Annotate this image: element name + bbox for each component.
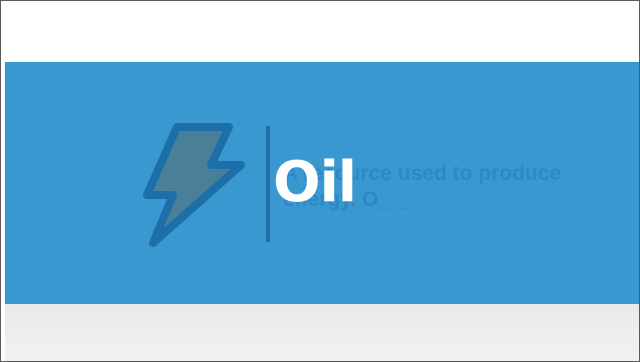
vertical-divider (266, 126, 270, 242)
lightning-bolt-icon (143, 123, 245, 247)
footer-bar (5, 304, 639, 361)
answer-word: Oil (273, 150, 357, 215)
slide-frame: A resource used to produce energy. O_ _ … (0, 0, 640, 362)
